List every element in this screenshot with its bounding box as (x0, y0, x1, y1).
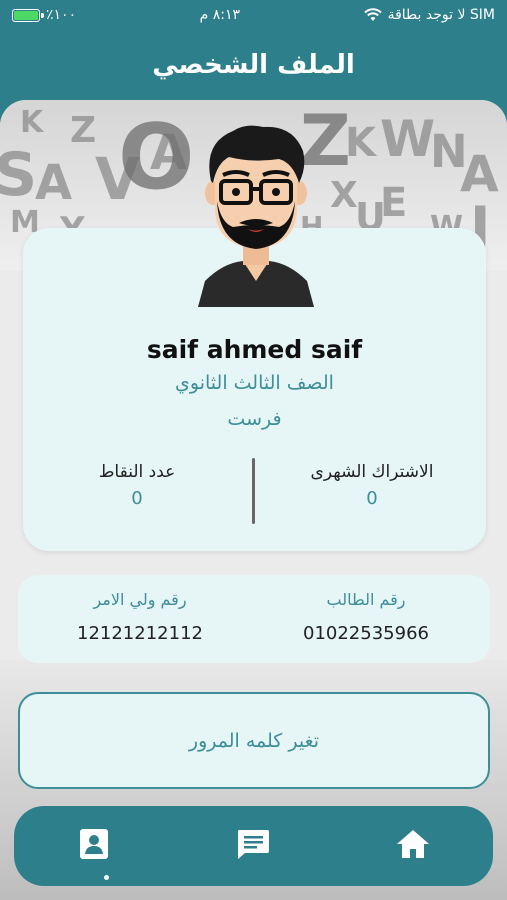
battery-icon (12, 8, 44, 22)
nav-profile[interactable] (74, 824, 114, 864)
student-name: saif ahmed saif (146, 335, 363, 364)
battery-fill (14, 10, 38, 20)
student-number-value: 01022535966 (303, 623, 429, 644)
monthly-subscription-label: الاشتراك الشهرى (310, 462, 434, 482)
points-label: عدد النقاط (98, 462, 176, 482)
profile-icon (80, 829, 108, 859)
student-number: رقم الطالب 01022535966 (266, 590, 466, 644)
status-bar: ٪١٠٠ ٨:١٣ م لا توجد بطاقة SIM (0, 0, 507, 30)
home-icon (397, 830, 429, 858)
page-header: الملف الشخصي (0, 30, 507, 100)
change-password-label: تغير كلمه المرور (188, 729, 320, 752)
parent-number-label: رقم ولي الامر (93, 590, 187, 609)
student-branch: فرست (227, 408, 282, 430)
wifi-icon (363, 8, 382, 21)
student-grade: الصف الثالث الثانوي (175, 372, 334, 394)
chat-icon (238, 830, 269, 859)
monthly-subscription-value: 0 (366, 488, 378, 509)
battery-percent: ٪١٠٠ (46, 7, 77, 23)
nav-home[interactable] (393, 824, 433, 864)
points-stat: عدد النقاط 0 (47, 462, 227, 509)
battery-tip (41, 12, 44, 18)
carrier-text: لا توجد بطاقة SIM (387, 7, 495, 23)
change-password-button[interactable]: تغير كلمه المرور (18, 692, 490, 789)
avatar (198, 125, 314, 307)
active-tab-indicator (104, 875, 109, 880)
page-title: الملف الشخصي (152, 50, 355, 80)
points-value: 0 (131, 488, 143, 509)
monthly-subscription-stat: الاشتراك الشهرى 0 (282, 462, 462, 509)
parent-number-value: 12121212112 (77, 623, 203, 644)
status-time: ٨:١٣ م (199, 7, 241, 23)
parent-number: رقم ولي الامر 12121212112 (40, 590, 240, 644)
nav-chat[interactable] (233, 824, 273, 864)
student-number-label: رقم الطالب (326, 590, 406, 609)
bottom-nav (14, 806, 493, 886)
status-left: ٪١٠٠ (12, 7, 76, 23)
stats-divider (252, 458, 255, 524)
status-right: لا توجد بطاقة SIM (363, 7, 495, 23)
